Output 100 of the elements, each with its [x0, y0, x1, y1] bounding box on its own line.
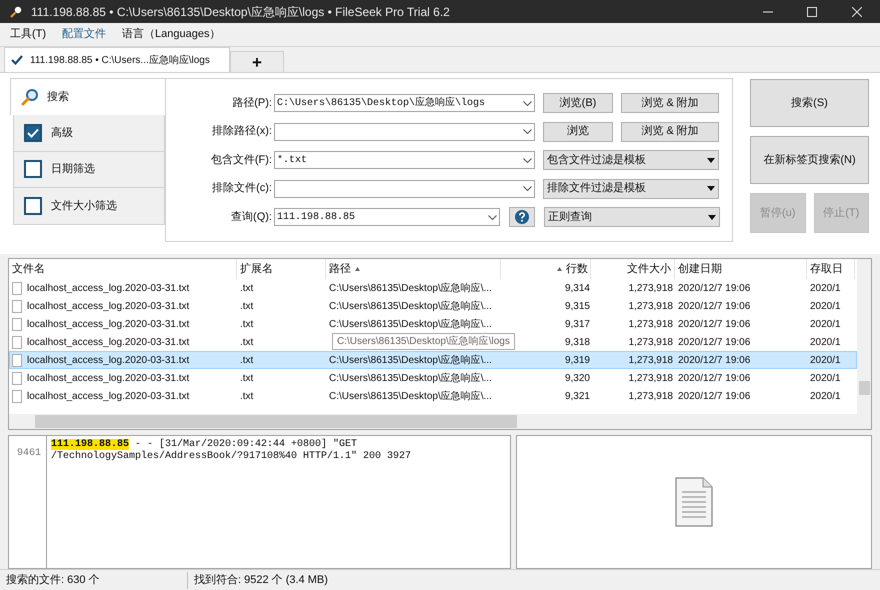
horizontal-scrollbar[interactable] [9, 414, 857, 429]
table-cell-text: 2020/1 [810, 372, 841, 386]
file-icon [12, 390, 22, 402]
filter-dropdown[interactable]: 排除文件过滤是模板 [543, 178, 719, 198]
table-row[interactable]: localhost_access_log.2020-03-31.txt .txt C:\Users\86135\Desktop\应急响应\... 9,319 1,273,918 2020/12/7 19:06 2020/1 [9, 351, 857, 369]
chevron-down-icon [523, 100, 532, 106]
log-text: - - [31/Mar/2020:09:42:44 +0800] "GET [134, 439, 358, 450]
chevron-down-icon [523, 186, 532, 191]
table-cell-text: C:\Users\86135\Desktop\应急响应\... [329, 282, 492, 296]
table-cell-text: 2020/12/7 19:06 [678, 372, 750, 386]
browse-append-button[interactable]: 浏览 & 附加 [621, 122, 719, 142]
combo-box[interactable] [274, 180, 535, 198]
table-cell-text: 2020/12/7 19:06 [678, 390, 750, 404]
window-title: 111.198.88.85 • C:\Users\86135\Desktop\应急响应\logs • FileSeek Pro Trial 6.2 [31, 4, 450, 20]
table-cell-text: 1,273,918 [628, 318, 673, 332]
table-cell-text: 1,273,918 [628, 336, 673, 350]
highlighted-match: 111.198.88.85 [51, 439, 130, 450]
sort-up-icon [557, 267, 562, 271]
document-icon [675, 477, 713, 527]
table-cell-text: 2020/12/7 19:06 [678, 300, 750, 314]
triangle-down-icon [707, 186, 715, 191]
table-cell-text: 9,318 [564, 336, 590, 350]
vertical-scrollbar[interactable] [857, 259, 871, 429]
table-cell-text: 9,321 [564, 390, 590, 404]
status-text: 搜索的文件: 630 个 [0, 572, 188, 589]
status-text: 找到符合: 9522 个 (3.4 MB) [193, 573, 329, 588]
table-cell-text: 1,273,918 [628, 300, 673, 314]
search-button[interactable]: 在新标签页搜索(N) [750, 136, 869, 184]
help-icon [515, 210, 529, 224]
table-cell-text: C:\Users\86135\Desktop\应急响应\... [329, 300, 492, 314]
table-cell-text: localhost_access_log.2020-03-31.txt [27, 300, 190, 314]
checkbox[interactable] [24, 196, 42, 215]
checkbox[interactable] [24, 160, 42, 178]
table-cell-text: 2020/1 [810, 390, 841, 404]
table-cell-text: 2020/1 [810, 318, 841, 332]
menu-item[interactable]: 配置文件 [62, 26, 106, 43]
field-label: 包含文件(F): [210, 152, 273, 168]
table-cell-text: 9,317 [564, 318, 590, 332]
field-label: 查询(Q): [230, 210, 273, 225]
checkbox-label: 高级 [51, 126, 73, 140]
browse-button[interactable]: 浏览(B) [543, 93, 613, 113]
table-cell-text: 2020/12/7 19:06 [678, 336, 750, 350]
checkbox-label: 日期筛选 [51, 162, 95, 177]
file-icon [12, 300, 22, 312]
table-cell-text: 9,314 [564, 282, 590, 296]
table-cell-text: 9,319 [564, 354, 590, 368]
combo-box[interactable]: 111.198.88.85 [274, 208, 500, 226]
table-cell-text: localhost_access_log.2020-03-31.txt [27, 282, 190, 296]
new-tab-button[interactable]: + [230, 51, 284, 72]
menu-item[interactable]: 语言（Languages） [122, 26, 220, 43]
search-button[interactable]: 搜索(S) [750, 79, 869, 127]
file-icon [12, 336, 22, 348]
help-button[interactable] [509, 207, 535, 227]
table-cell-text: C:\Users\86135\Desktop\应急响应\... [329, 318, 492, 332]
tooltip: C:\Users\86135\Desktop\应急响应\logs [332, 333, 515, 350]
table-cell-text: localhost_access_log.2020-03-31.txt [27, 372, 190, 386]
combo-box[interactable]: C:\Users\86135\Desktop\应急响应\logs [274, 94, 535, 112]
checkmark-icon [11, 55, 23, 65]
table-cell-text: 2020/1 [810, 336, 841, 350]
table-cell-text: 2020/12/7 19:06 [678, 282, 750, 296]
table-cell-text: 1,273,918 [628, 390, 673, 404]
combo-box[interactable]: *.txt [274, 151, 535, 169]
file-icon [12, 354, 22, 366]
file-icon [12, 372, 22, 384]
table-cell-text: .txt [240, 390, 254, 404]
triangle-down-icon [707, 158, 715, 162]
menu-item[interactable]: 工具(T) [10, 26, 46, 43]
filter-dropdown[interactable]: 包含文件过滤是模板 [543, 150, 719, 170]
checkbox-label: 文件大小筛选 [51, 198, 117, 214]
query-type-dropdown[interactable]: 正则查询 [544, 207, 720, 227]
table-cell-text: 2020/1 [810, 282, 841, 296]
field-label: 排除路径(x): [211, 124, 273, 140]
table-cell-text: 9,320 [564, 372, 590, 386]
close-icon[interactable] [852, 6, 862, 16]
search-tab[interactable]: 111.198.88.85 • C:\Users...应急响应\logs [4, 47, 230, 72]
table-cell-text: localhost_access_log.2020-03-31.txt [27, 336, 190, 350]
chevron-down-icon [523, 158, 532, 162]
combo-box[interactable] [274, 122, 535, 140]
table-cell-text: 1,273,918 [628, 282, 673, 296]
table-cell-text: localhost_access_log.2020-03-31.txt [27, 390, 190, 404]
search-tab[interactable]: 搜索 [10, 78, 165, 115]
chevron-down-icon [488, 214, 497, 220]
checkbox[interactable] [24, 124, 42, 142]
table-cell-text: localhost_access_log.2020-03-31.txt [27, 354, 190, 368]
file-icon [12, 318, 22, 330]
sort-up-icon [355, 267, 360, 271]
table-cell-text: .txt [240, 354, 254, 368]
maximize-icon[interactable] [807, 6, 817, 16]
table-cell-text: .txt [240, 336, 254, 350]
table-cell-text: 2020/12/7 19:06 [678, 354, 750, 368]
table-cell-text: .txt [240, 282, 254, 296]
line-number: 9461 [16, 448, 41, 459]
browse-button[interactable]: 浏览 [543, 122, 613, 142]
chevron-down-icon [523, 129, 532, 134]
table-cell-text: .txt [240, 318, 254, 332]
table-cell-text: C:\Users\86135\Desktop\应急响应\... [329, 390, 492, 404]
table-cell-text: 1,273,918 [628, 372, 673, 386]
browse-append-button[interactable]: 浏览 & 附加 [621, 93, 719, 113]
magnifier-icon [10, 6, 22, 18]
table-cell-text: 9,315 [564, 300, 590, 314]
